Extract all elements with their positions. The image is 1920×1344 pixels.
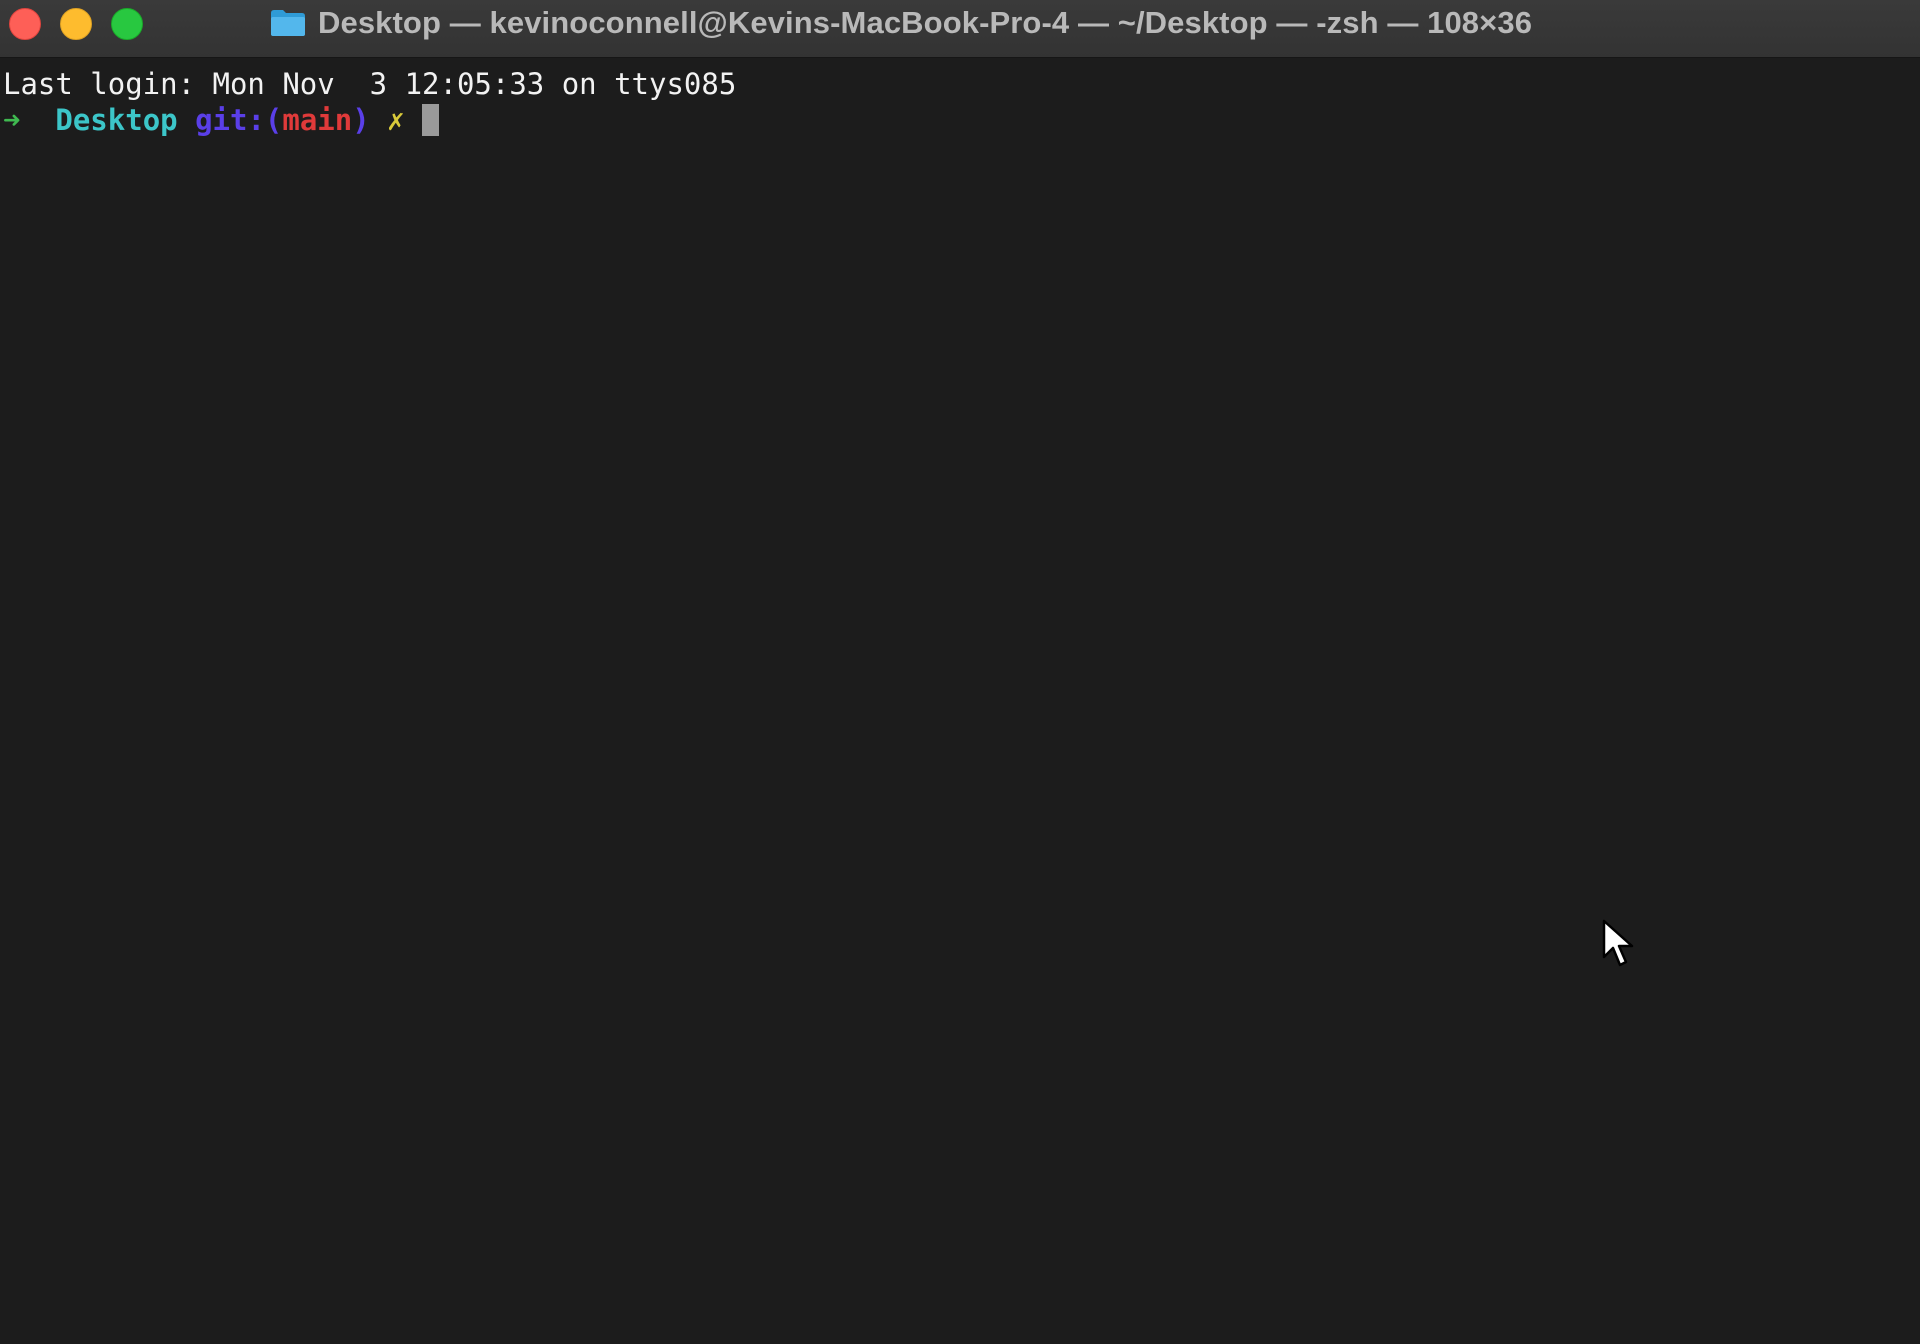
last-login-line: Last login: Mon Nov 3 12:05:33 on ttys08… [3, 67, 737, 101]
minimize-button[interactable] [60, 8, 92, 40]
window-title: Desktop — kevinoconnell@Kevins-MacBook-P… [318, 5, 1533, 40]
prompt-dirty-marker: ✗ [387, 103, 405, 137]
title-bar[interactable]: Desktop — kevinoconnell@Kevins-MacBook-P… [0, 0, 1920, 58]
terminal-content[interactable]: Last login: Mon Nov 3 12:05:33 on ttys08… [0, 58, 1920, 1344]
prompt-arrow: ➜ [3, 103, 21, 137]
prompt-git-label: git:( [195, 103, 283, 137]
prompt-line[interactable]: ➜ Desktop git:(main) ✗ [3, 102, 1920, 138]
mouse-pointer-icon [1602, 919, 1634, 967]
folder-icon [271, 10, 305, 36]
window-title-group: Desktop — kevinoconnell@Kevins-MacBook-P… [270, 0, 1532, 46]
prompt-cwd: Desktop [55, 103, 178, 137]
text-cursor [422, 104, 440, 136]
terminal-window: Desktop — kevinoconnell@Kevins-MacBook-P… [0, 0, 1920, 1344]
prompt-git-branch: main [282, 103, 353, 137]
zoom-button[interactable] [111, 8, 143, 40]
prompt-git-close: ) [352, 103, 370, 137]
close-button[interactable] [9, 8, 41, 40]
